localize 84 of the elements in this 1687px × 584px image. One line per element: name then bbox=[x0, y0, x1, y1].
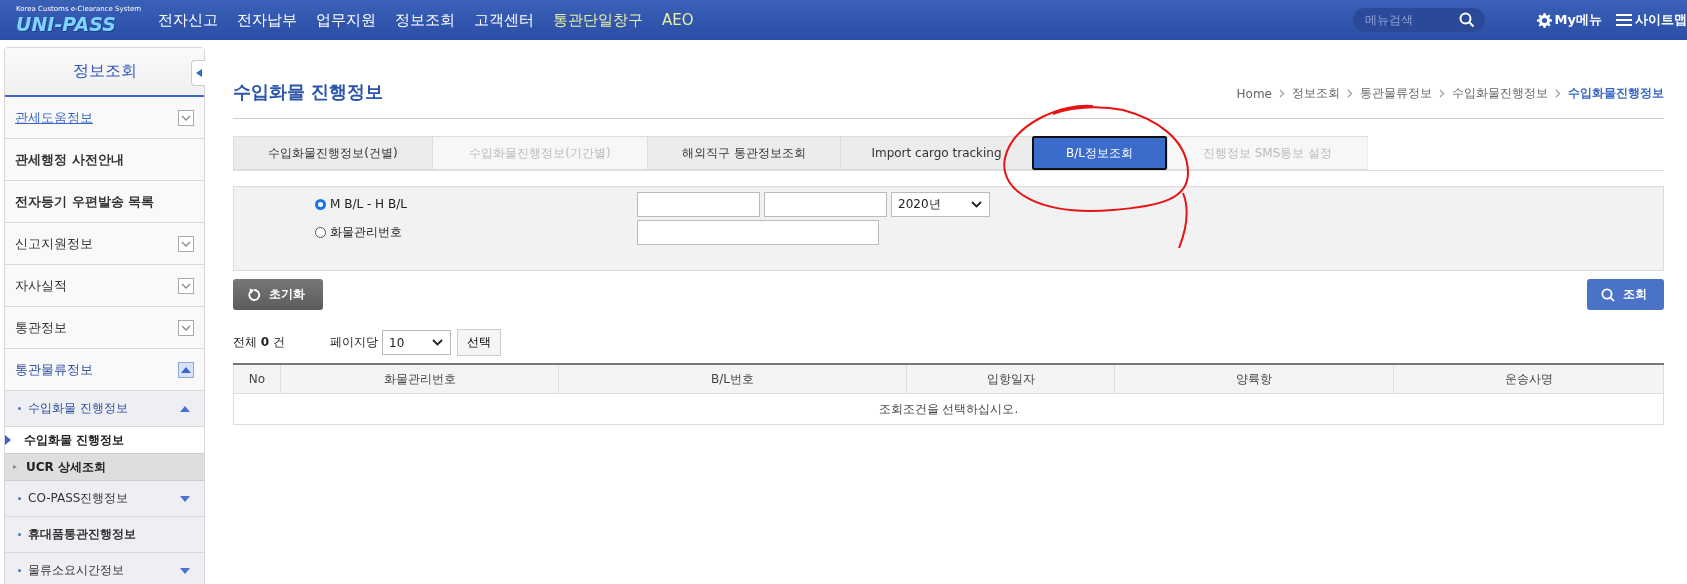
chevron-down-icon bbox=[181, 114, 191, 121]
submenu-leaf[interactable]: 수입화물 진행정보 bbox=[5, 427, 204, 454]
sidebar-item[interactable]: 전자등기 우편발송 목록 bbox=[5, 181, 204, 223]
toggle-button[interactable] bbox=[178, 109, 194, 126]
breadcrumb-link[interactable]: 수입화물진행정보 bbox=[1568, 85, 1664, 102]
nav-link[interactable]: 고객센터 bbox=[474, 10, 534, 30]
breadcrumb-link[interactable]: 정보조회 bbox=[1292, 85, 1340, 102]
my-menu-link[interactable]: My메뉴 bbox=[1536, 11, 1602, 29]
chevron-down-icon bbox=[181, 324, 191, 331]
empty-message: 조회조건을 선택하십시오. bbox=[233, 393, 1664, 425]
per-page-label: 페이지당 bbox=[330, 334, 378, 351]
bullet-icon bbox=[13, 465, 17, 469]
menu-search-field[interactable]: 메뉴검색 bbox=[1352, 8, 1485, 32]
toggle-button[interactable] bbox=[178, 319, 194, 336]
search-button[interactable]: 조회 bbox=[1587, 279, 1664, 310]
cargo-number-field[interactable] bbox=[637, 219, 879, 245]
gear-icon bbox=[1536, 12, 1552, 28]
bullet-icon bbox=[18, 569, 21, 572]
search-icon bbox=[1601, 287, 1615, 302]
tab[interactable]: B/L정보조회 bbox=[1032, 136, 1167, 170]
master-bl-field[interactable] bbox=[637, 191, 760, 217]
bullet-icon bbox=[18, 497, 21, 500]
nav-link[interactable]: 정보조회 bbox=[395, 10, 455, 30]
breadcrumb-link[interactable]: 수입화물진행정보 bbox=[1452, 85, 1548, 102]
nav-link[interactable]: 업무지원 bbox=[316, 10, 376, 30]
nav-link[interactable]: AEO bbox=[662, 10, 694, 30]
chevron-down-icon bbox=[432, 339, 443, 346]
column-header: 입항일자 bbox=[906, 364, 1115, 394]
chevron-down-icon bbox=[971, 200, 982, 208]
sidebar-item[interactable]: 통관정보 bbox=[5, 307, 204, 349]
triangle-up-icon bbox=[181, 366, 191, 373]
nav-link[interactable]: 전자신고 bbox=[158, 10, 218, 30]
toggle-button[interactable] bbox=[178, 235, 194, 252]
column-header: 운송사명 bbox=[1393, 364, 1664, 394]
per-page-select[interactable]: 10 bbox=[382, 330, 451, 355]
submenu-item[interactable]: 휴대품통관진행정보 bbox=[5, 517, 204, 553]
radio-option[interactable]: M B/L - H B/L bbox=[234, 197, 637, 211]
chevron-icon bbox=[1347, 89, 1353, 98]
tab[interactable]: 수입화물진행정보(건별) bbox=[233, 136, 432, 170]
sidebar-item[interactable]: 관세행정 사전안내 bbox=[5, 139, 204, 181]
radio-option[interactable]: 화물관리번호 bbox=[234, 223, 637, 241]
column-header: 양륙항 bbox=[1114, 364, 1394, 394]
submenu-item[interactable]: CO-PASS진행정보 bbox=[5, 481, 204, 517]
column-header: 화물관리번호 bbox=[280, 364, 559, 394]
tab[interactable]: 해외직구 통관정보조회 bbox=[647, 136, 840, 170]
sidebar-title: 정보조회 bbox=[5, 48, 204, 97]
toggle-button[interactable] bbox=[178, 277, 194, 294]
sidebar-item[interactable]: 신고지원정보 bbox=[5, 223, 204, 265]
chevron-icon bbox=[1555, 89, 1561, 98]
chevron-down-icon bbox=[181, 240, 191, 247]
sitemap-link[interactable]: 사이트맵 bbox=[1616, 11, 1687, 29]
submenu-item[interactable]: 물류소요시간정보 bbox=[5, 553, 204, 584]
chevron-down-icon bbox=[181, 282, 191, 289]
tab[interactable]: Import cargo tracking bbox=[840, 136, 1032, 170]
page-title: 수입화물 진행정보 bbox=[233, 80, 384, 104]
submenu-leaf[interactable]: UCR 상세조회 bbox=[5, 454, 204, 481]
bullet-icon bbox=[18, 533, 21, 536]
search-icon[interactable] bbox=[1458, 12, 1475, 28]
radio-button[interactable] bbox=[315, 226, 326, 238]
toggle-button[interactable] bbox=[178, 361, 194, 378]
column-header: B/L번호 bbox=[558, 364, 907, 394]
column-header: No bbox=[233, 364, 281, 394]
collapse-button[interactable] bbox=[191, 60, 205, 86]
logo[interactable]: UNI-PASS bbox=[16, 12, 154, 35]
total-count: 전체 0 건 bbox=[233, 334, 286, 351]
year-select[interactable]: 2020년 bbox=[891, 191, 990, 217]
triangle-right-icon bbox=[5, 435, 11, 445]
menu-icon bbox=[1616, 13, 1632, 27]
house-bl-field[interactable] bbox=[764, 191, 887, 217]
triangle-left-icon bbox=[195, 69, 202, 77]
sidebar-item[interactable]: 자사실적 bbox=[5, 265, 204, 307]
refresh-icon bbox=[247, 287, 261, 302]
chevron-icon bbox=[1439, 89, 1445, 98]
bullet-icon bbox=[18, 407, 21, 410]
reset-button[interactable]: 초기화 bbox=[233, 279, 323, 310]
nav-link[interactable]: 전자납부 bbox=[237, 10, 297, 30]
breadcrumb-link[interactable]: Home bbox=[1236, 86, 1272, 101]
chevron-icon bbox=[1279, 89, 1285, 98]
radio-button[interactable] bbox=[315, 198, 326, 210]
submenu-item[interactable]: 수입화물 진행정보 bbox=[5, 391, 204, 427]
nav-link[interactable]: 통관단일창구 bbox=[553, 10, 643, 30]
sidebar-item[interactable]: 관세도움정보 bbox=[5, 97, 204, 139]
select-button[interactable]: 선택 bbox=[457, 329, 501, 356]
breadcrumb-link[interactable]: 통관물류정보 bbox=[1360, 85, 1432, 102]
